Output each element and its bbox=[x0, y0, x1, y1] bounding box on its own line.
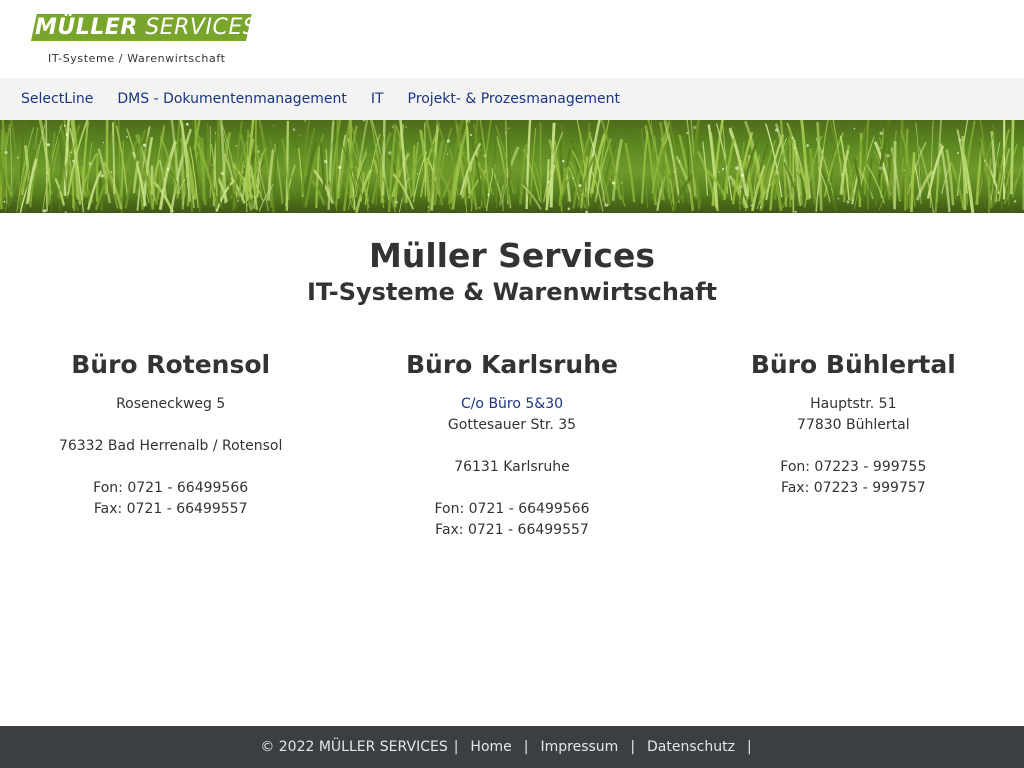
footer-link-impressum[interactable]: Impressum bbox=[540, 739, 618, 755]
grass-texture bbox=[0, 120, 1024, 213]
office-title: Büro Karlsruhe bbox=[406, 350, 618, 379]
site-footer: © 2022 MÜLLER SERVICES | Home | Impressu… bbox=[0, 726, 1024, 768]
office-fax: Fax: 07223 - 999757 bbox=[780, 480, 926, 496]
office-street: Gottesauer Str. 35 bbox=[447, 417, 577, 433]
nav-item-it[interactable]: IT bbox=[371, 91, 384, 107]
office-street: Hauptstr. 51 bbox=[810, 396, 897, 412]
office-phone: Fon: 07223 - 999755 bbox=[780, 459, 927, 475]
footer-copyright: © 2022 MÜLLER SERVICES bbox=[260, 739, 448, 755]
office-rotensol: Büro Rotensol Roseneckweg 5 76332 Bad He… bbox=[0, 348, 341, 541]
site-logo[interactable]: MÜLLER SERVICES IT-Systeme / Warenwirtsc… bbox=[31, 14, 257, 66]
grass-banner-image bbox=[0, 120, 1024, 213]
office-spacer bbox=[341, 478, 682, 499]
logo-brand-first: MÜLLER bbox=[35, 15, 138, 40]
office-city: 76131 Karlsruhe bbox=[454, 459, 570, 475]
logo-tagline: IT-Systeme / Warenwirtschaft bbox=[48, 52, 226, 65]
logo-brand-second: SERVICES bbox=[145, 15, 258, 40]
intro-section: Müller Services IT-Systeme & Warenwirtsc… bbox=[0, 235, 1024, 307]
page-subtitle: IT-Systeme & Warenwirtschaft bbox=[306, 278, 718, 306]
office-phone: Fon: 0721 - 66499566 bbox=[434, 501, 590, 517]
nav-item-projekt[interactable]: Projekt- & Prozesmanagement bbox=[408, 91, 620, 107]
footer-link-datenschutz[interactable]: Datenschutz bbox=[647, 739, 735, 755]
page-title: Müller Services bbox=[369, 236, 655, 275]
footer-separator: | bbox=[453, 739, 459, 755]
office-city: 77830 Bühlertal bbox=[797, 417, 910, 433]
office-spacer bbox=[0, 415, 341, 436]
office-fax: Fax: 0721 - 66499557 bbox=[93, 501, 248, 517]
office-partner-link[interactable]: C/o Büro 5&30 bbox=[341, 394, 682, 415]
nav-item-selectline[interactable]: SelectLine bbox=[21, 91, 93, 107]
nav-list: SelectLine DMS - Dokumentenmanagement IT… bbox=[0, 78, 1024, 120]
footer-separator: | bbox=[746, 739, 752, 755]
office-buehlertal: Büro Bühlertal Hauptstr. 51 77830 Bühler… bbox=[683, 348, 1024, 541]
office-karlsruhe: Büro Karlsruhe C/o Büro 5&30 Gottesauer … bbox=[341, 348, 682, 541]
logo-brand-text: MÜLLER SERVICES bbox=[35, 15, 257, 41]
office-fax: Fax: 0721 - 66499557 bbox=[435, 522, 589, 538]
footer-separator: | bbox=[523, 739, 529, 755]
office-spacer bbox=[341, 436, 682, 457]
office-spacer bbox=[0, 457, 341, 478]
footer-separator: | bbox=[630, 739, 636, 755]
office-title: Büro Bühlertal bbox=[750, 350, 956, 379]
office-spacer bbox=[683, 436, 1024, 457]
office-street: Roseneckweg 5 bbox=[116, 396, 226, 412]
office-phone: Fon: 0721 - 66499566 bbox=[93, 480, 249, 496]
site-header: MÜLLER SERVICES IT-Systeme / Warenwirtsc… bbox=[0, 0, 1024, 78]
office-title: Büro Rotensol bbox=[71, 350, 271, 379]
office-city: 76332 Bad Herrenalb / Rotensol bbox=[58, 438, 283, 454]
footer-link-home[interactable]: Home bbox=[470, 739, 511, 755]
offices-section: Büro Rotensol Roseneckweg 5 76332 Bad He… bbox=[0, 348, 1024, 541]
main-navigation: SelectLine DMS - Dokumentenmanagement IT… bbox=[0, 78, 1024, 120]
nav-item-dms[interactable]: DMS - Dokumentenmanagement bbox=[117, 91, 346, 107]
